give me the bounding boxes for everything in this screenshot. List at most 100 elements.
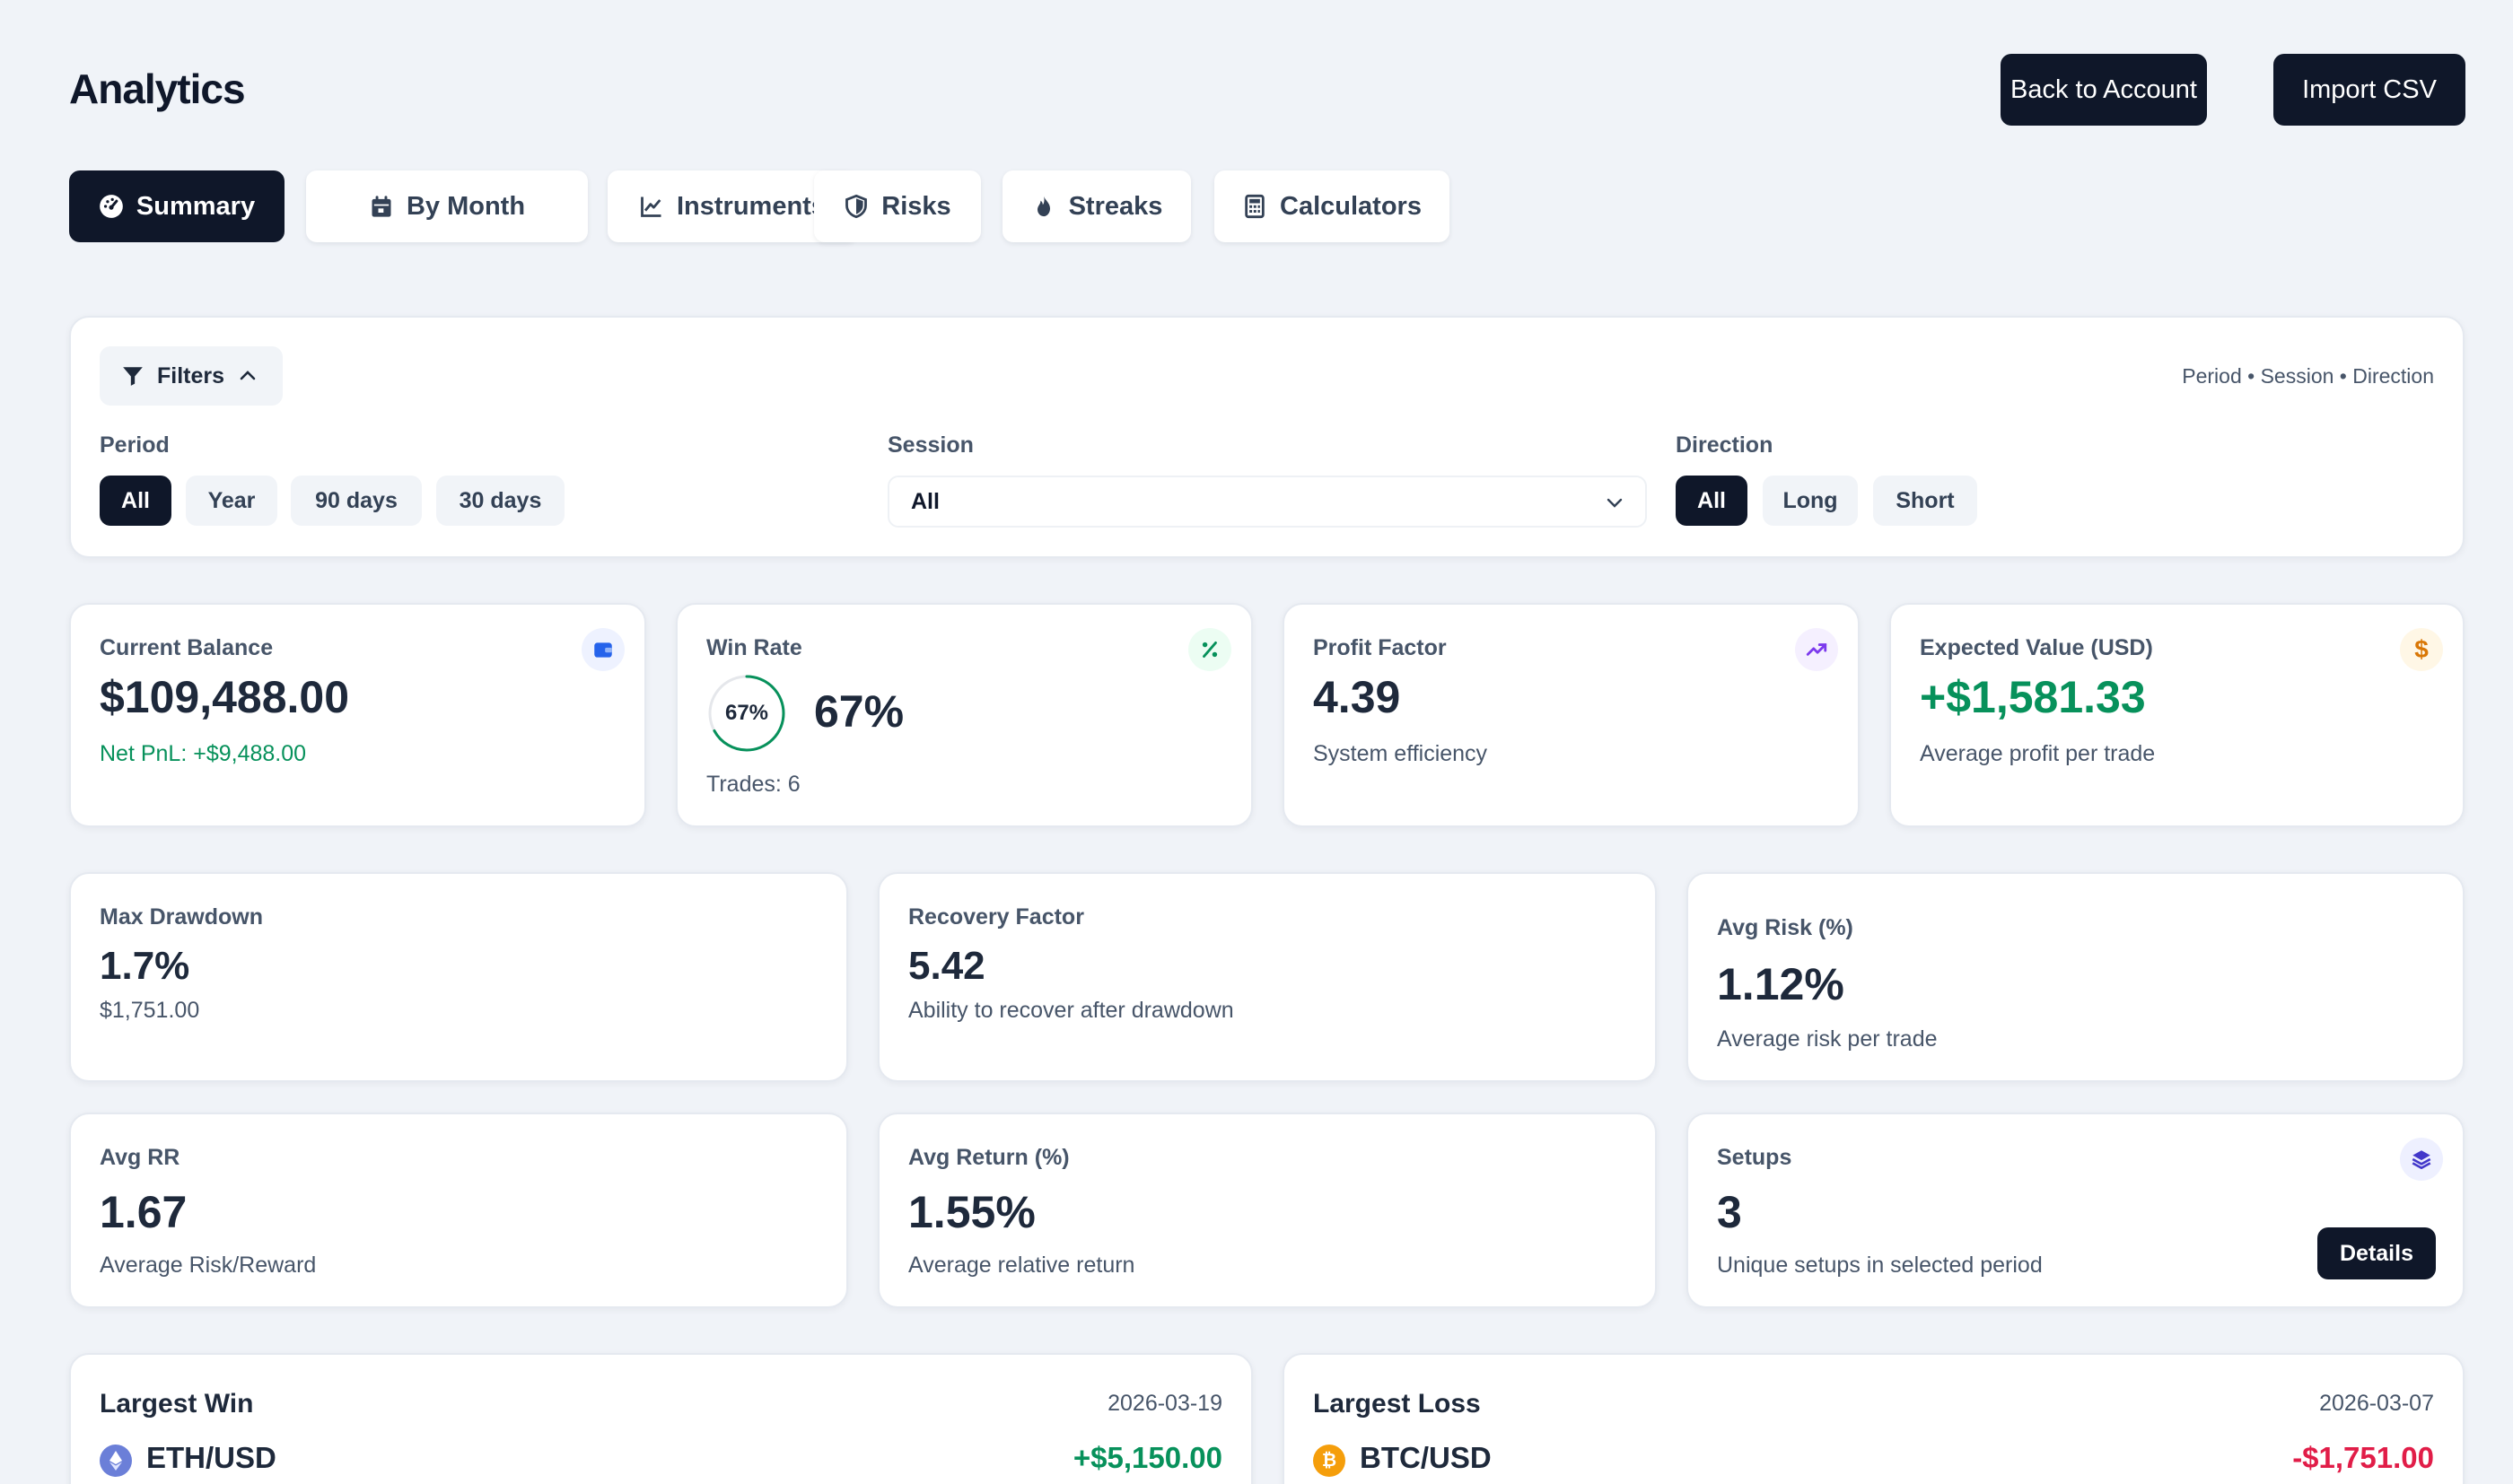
percent-icon	[1188, 628, 1231, 671]
period-option-90-days[interactable]: 90 days	[291, 476, 422, 526]
direction-option-long[interactable]: Long	[1763, 476, 1858, 526]
profit-factor-sub: System efficiency	[1313, 741, 1488, 766]
largest-loss-pair: BTC/USD	[1360, 1441, 1492, 1474]
avg-return-value: 1.55%	[908, 1187, 1036, 1237]
calendar-icon	[372, 196, 391, 217]
expected-value-label: Expected Value (USD)	[1920, 635, 2153, 660]
filter-icon	[123, 367, 143, 386]
avg-risk-sub: Average risk per trade	[1717, 1026, 1938, 1052]
recovery-factor-sub: Ability to recover after drawdown	[908, 998, 1234, 1023]
win-rate-label: Win Rate	[706, 635, 802, 660]
avg-rr-card: Avg RR 1.67 Average Risk/Reward	[69, 1113, 848, 1308]
recovery-factor-card: Recovery Factor 5.42 Ability to recover …	[878, 872, 1657, 1082]
max-drawdown-label: Max Drawdown	[100, 904, 263, 930]
flame-icon	[1037, 196, 1050, 217]
largest-win-date: 2026-03-19	[1108, 1391, 1222, 1416]
win-rate-ring: 67%	[706, 673, 787, 754]
line-chart-icon	[641, 196, 661, 217]
dashboard-icon	[100, 195, 123, 218]
session-select-value: All	[911, 488, 940, 514]
largest-win-card: Largest Win 2026-03-19 ETH/USD +$5,150.0…	[69, 1353, 1253, 1484]
recovery-factor-value: 5.42	[908, 944, 985, 988]
period-option-year[interactable]: Year	[186, 476, 277, 526]
tab-streaks[interactable]: Streaks	[1003, 170, 1191, 242]
tab-risks[interactable]: Risks	[814, 170, 981, 242]
recovery-factor-label: Recovery Factor	[908, 904, 1084, 930]
largest-win-amount: +$5,150.00	[1073, 1441, 1222, 1474]
back-to-account-button[interactable]: Back to Account	[2001, 54, 2207, 126]
direction-option-short[interactable]: Short	[1873, 476, 1977, 526]
net-pnl-text: Net PnL: +$9,488.00	[100, 741, 307, 766]
calculator-icon	[1245, 194, 1265, 219]
ethereum-icon	[100, 1445, 132, 1477]
avg-return-label: Avg Return (%)	[908, 1145, 1070, 1170]
chevron-up-icon	[240, 371, 256, 380]
trades-count-text: Trades: 6	[706, 772, 801, 797]
current-balance-value: $109,488.00	[100, 672, 350, 722]
largest-win-pair: ETH/USD	[146, 1441, 276, 1474]
setups-sub: Unique setups in selected period	[1717, 1253, 2043, 1278]
avg-rr-label: Avg RR	[100, 1145, 180, 1170]
current-balance-label: Current Balance	[100, 635, 274, 660]
largest-win-title: Largest Win	[100, 1389, 254, 1419]
direction-label: Direction	[1676, 432, 1773, 458]
avg-risk-value: 1.12%	[1717, 959, 1844, 1009]
tab-label: Summary	[136, 191, 256, 221]
bitcoin-icon: ₿	[1313, 1445, 1345, 1477]
max-drawdown-card: Max Drawdown 1.7% $1,751.00	[69, 872, 848, 1082]
period-option-all[interactable]: All	[100, 476, 171, 526]
layers-icon	[2400, 1138, 2443, 1181]
direction-option-all[interactable]: All	[1676, 476, 1747, 526]
avg-risk-card: Avg Risk (%) 1.12% Average risk per trad…	[1686, 872, 2465, 1082]
largest-loss-date: 2026-03-07	[2319, 1391, 2434, 1416]
largest-loss-amount: -$1,751.00	[2292, 1441, 2434, 1474]
profit-factor-card: Profit Factor 4.39 System efficiency	[1283, 603, 1860, 827]
tab-summary[interactable]: Summary	[69, 170, 285, 242]
filters-panel: Filters Period • Session • Direction Per…	[69, 316, 2465, 558]
session-select[interactable]: All	[888, 476, 1647, 528]
dollar-icon: $	[2400, 628, 2443, 671]
tab-label: Instruments	[677, 191, 826, 221]
avg-rr-sub: Average Risk/Reward	[100, 1253, 317, 1278]
wallet-icon	[582, 628, 625, 671]
max-drawdown-value: 1.7%	[100, 944, 190, 988]
avg-risk-label: Avg Risk (%)	[1717, 915, 1853, 940]
tab-label: By Month	[406, 191, 526, 221]
filters-toggle-button[interactable]: Filters	[100, 346, 283, 406]
tab-label: Calculators	[1280, 191, 1422, 221]
period-label: Period	[100, 432, 170, 458]
profit-factor-label: Profit Factor	[1313, 635, 1447, 660]
period-option-30-days[interactable]: 30 days	[436, 476, 565, 526]
page-header: Analytics Back to Account Import CSV	[69, 54, 2465, 126]
expected-value-sub: Average profit per trade	[1920, 741, 2156, 766]
win-rate-ring-label: 67%	[724, 701, 769, 725]
max-drawdown-sub: $1,751.00	[100, 998, 200, 1023]
tab-label: Streaks	[1068, 191, 1163, 221]
setups-label: Setups	[1717, 1145, 1792, 1170]
expected-value-value: +$1,581.33	[1920, 672, 2146, 722]
tab-calculators[interactable]: Calculators	[1214, 170, 1449, 242]
setups-details-button[interactable]: Details	[2317, 1227, 2436, 1279]
setups-value: 3	[1717, 1187, 1742, 1237]
page-title: Analytics	[69, 65, 246, 112]
shield-icon	[845, 194, 868, 219]
session-label: Session	[888, 432, 974, 458]
current-balance-card: Current Balance $109,488.00 Net PnL: +$9…	[69, 603, 646, 827]
profit-factor-value: 4.39	[1313, 672, 1401, 722]
largest-loss-title: Largest Loss	[1313, 1389, 1481, 1419]
win-rate-value: 67%	[814, 686, 905, 737]
avg-rr-value: 1.67	[100, 1187, 188, 1237]
largest-loss-card: Largest Loss 2026-03-07 ₿ BTC/USD -$1,75…	[1283, 1353, 2465, 1484]
avg-return-sub: Average relative return	[908, 1253, 1135, 1278]
chevron-down-icon	[1607, 498, 1623, 508]
filters-toggle-label: Filters	[157, 362, 225, 388]
trending-up-icon	[1795, 628, 1838, 671]
import-csv-button[interactable]: Import CSV	[2273, 54, 2465, 126]
tab-label: Risks	[881, 191, 951, 221]
tab-by-month[interactable]: By Month	[306, 170, 588, 242]
avg-return-card: Avg Return (%) 1.55% Average relative re…	[878, 1113, 1657, 1308]
win-rate-card: Win Rate 67% 67% Trades: 6	[676, 603, 1253, 827]
expected-value-card: Expected Value (USD) $ +$1,581.33 Averag…	[1889, 603, 2465, 827]
setups-card: Setups 3 Unique setups in selected perio…	[1686, 1113, 2465, 1308]
filters-summary: Period • Session • Direction	[2182, 364, 2434, 388]
